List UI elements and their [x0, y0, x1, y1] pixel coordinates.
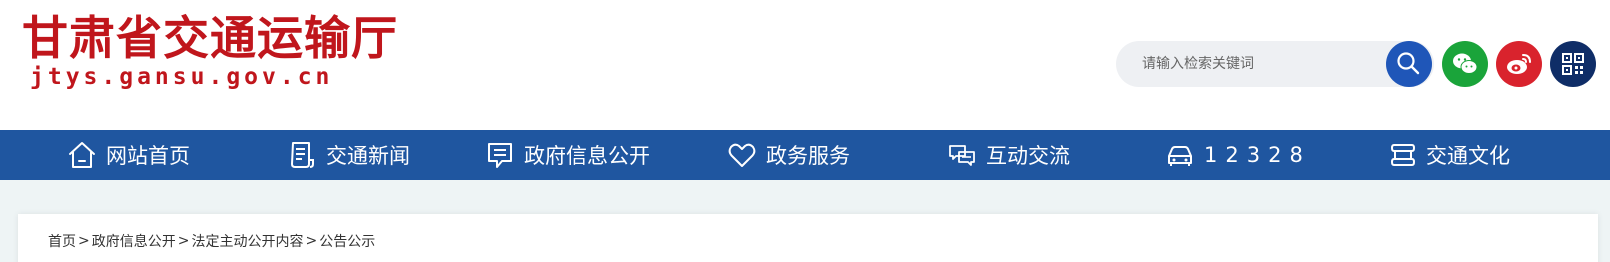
- nav-item-hotline[interactable]: 12328: [1164, 130, 1311, 180]
- wechat-button[interactable]: [1442, 41, 1488, 87]
- nav-item-interaction[interactable]: 互动交流: [946, 130, 1070, 180]
- nav-label: 政府信息公开: [524, 144, 650, 168]
- chat-bubbles-icon: [946, 139, 978, 171]
- breadcrumb-item-home[interactable]: 首页: [48, 231, 76, 251]
- nav-item-news[interactable]: 交通新闻: [286, 130, 410, 180]
- nav-item-home[interactable]: 网站首页: [66, 130, 190, 180]
- search-button[interactable]: [1386, 41, 1432, 87]
- weibo-button[interactable]: [1496, 41, 1542, 87]
- nav-item-gov-info[interactable]: 政府信息公开: [484, 130, 650, 180]
- nav-label: 交通文化: [1426, 144, 1510, 168]
- nav-label: 交通新闻: [326, 144, 410, 168]
- car-icon: [1164, 139, 1196, 171]
- message-board-icon: [484, 139, 516, 171]
- breadcrumb-separator: >: [177, 233, 190, 249]
- site-header: 甘肃省交通运输厅 jtys.gansu.gov.cn: [0, 0, 1610, 130]
- qrcode-icon: [1562, 53, 1584, 75]
- home-icon: [66, 139, 98, 171]
- nav-item-services[interactable]: 政务服务: [726, 130, 850, 180]
- nav-label: 互动交流: [986, 144, 1070, 168]
- main-nav: 网站首页 交通新闻 政府信息公开 政务服务 互动交流 12328 交通文化: [0, 130, 1610, 180]
- nav-label: 政务服务: [766, 144, 850, 168]
- search-icon: [1397, 52, 1420, 75]
- nav-label: 网站首页: [106, 144, 190, 168]
- site-logo-domain[interactable]: jtys.gansu.gov.cn: [30, 62, 333, 92]
- news-document-icon: [286, 139, 318, 171]
- site-logo-title[interactable]: 甘肃省交通运输厅: [22, 8, 398, 68]
- breadcrumb: 首页 > 政府信息公开 > 法定主动公开内容 > 公告公示: [48, 231, 375, 251]
- nav-item-culture[interactable]: 交通文化: [1386, 130, 1510, 180]
- breadcrumb-separator: >: [78, 233, 90, 249]
- weibo-icon: [1507, 54, 1531, 74]
- breadcrumb-item-announcements[interactable]: 公告公示: [319, 231, 375, 251]
- breadcrumb-separator: >: [305, 233, 318, 249]
- scroll-icon: [1386, 139, 1418, 171]
- qrcode-button[interactable]: [1550, 41, 1596, 87]
- search-input[interactable]: [1142, 41, 1392, 87]
- nav-label: 12328: [1204, 143, 1311, 167]
- breadcrumb-item-gov-info[interactable]: 政府信息公开: [92, 231, 176, 251]
- wechat-icon: [1453, 53, 1478, 74]
- breadcrumb-item-statutory-disclosure[interactable]: 法定主动公开内容: [191, 231, 303, 251]
- heart-icon: [726, 139, 758, 171]
